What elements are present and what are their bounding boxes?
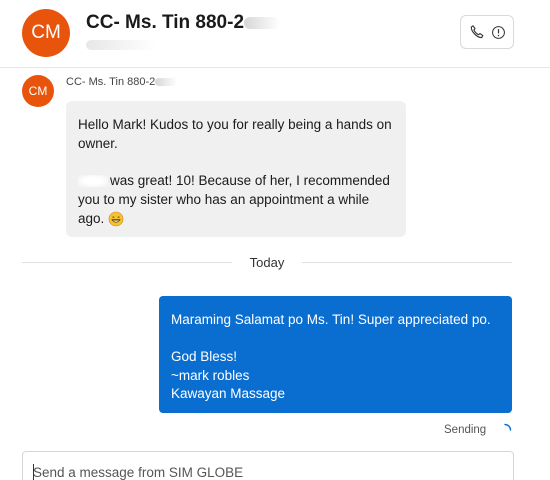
outgoing-message-bubble[interactable]: Maraming Salamat po Ms. Tin! Super appre…	[159, 296, 512, 413]
date-divider: Today	[22, 255, 512, 271]
redacted-subtitle	[86, 40, 156, 50]
incoming-message-paragraph: Hello Mark! Kudos to you for really bein…	[78, 117, 392, 151]
sender-name: CC- Ms. Tin 880-2	[66, 76, 178, 88]
outgoing-message-line: God Bless!	[171, 349, 238, 364]
outgoing-message-line: Kawayan Massage	[171, 386, 286, 401]
sender-avatar[interactable]: CM	[22, 75, 54, 107]
outgoing-message-line: ~mark robles	[171, 367, 250, 383]
outgoing-message-line: Maraming Salamat po Ms. Tin! Super appre…	[171, 312, 491, 327]
message-composer[interactable]	[22, 451, 514, 480]
date-divider-label: Today	[249, 255, 285, 270]
info-icon[interactable]	[491, 25, 506, 40]
spinner-icon	[504, 423, 512, 431]
conversation-header: CM CC- Ms. Tin 880-2	[0, 0, 550, 68]
contact-name-text: CC- Ms. Tin 880-2	[86, 12, 245, 33]
redacted-text	[155, 78, 178, 87]
incoming-message-text: was great! 10! Because of her, I recomme…	[78, 173, 390, 226]
incoming-message-paragraph: was great! 10! Because of her, I recomme…	[78, 171, 394, 228]
redacted-text	[244, 16, 281, 29]
sender-name-text: CC- Ms. Tin 880-2	[66, 76, 156, 88]
contact-name: CC- Ms. Tin 880-2	[86, 12, 281, 34]
message-status: Sending	[444, 424, 487, 436]
message-line-gap	[171, 330, 500, 349]
text-caret	[33, 464, 34, 480]
phone-icon[interactable]	[469, 24, 485, 40]
header-actions	[460, 15, 514, 49]
incoming-message-bubble[interactable]: Hello Mark! Kudos to you for really bein…	[66, 101, 406, 237]
message-input[interactable]	[33, 462, 503, 480]
redacted-text	[78, 175, 108, 188]
grinning-face-icon	[108, 212, 124, 227]
contact-avatar[interactable]: CM	[22, 9, 70, 57]
